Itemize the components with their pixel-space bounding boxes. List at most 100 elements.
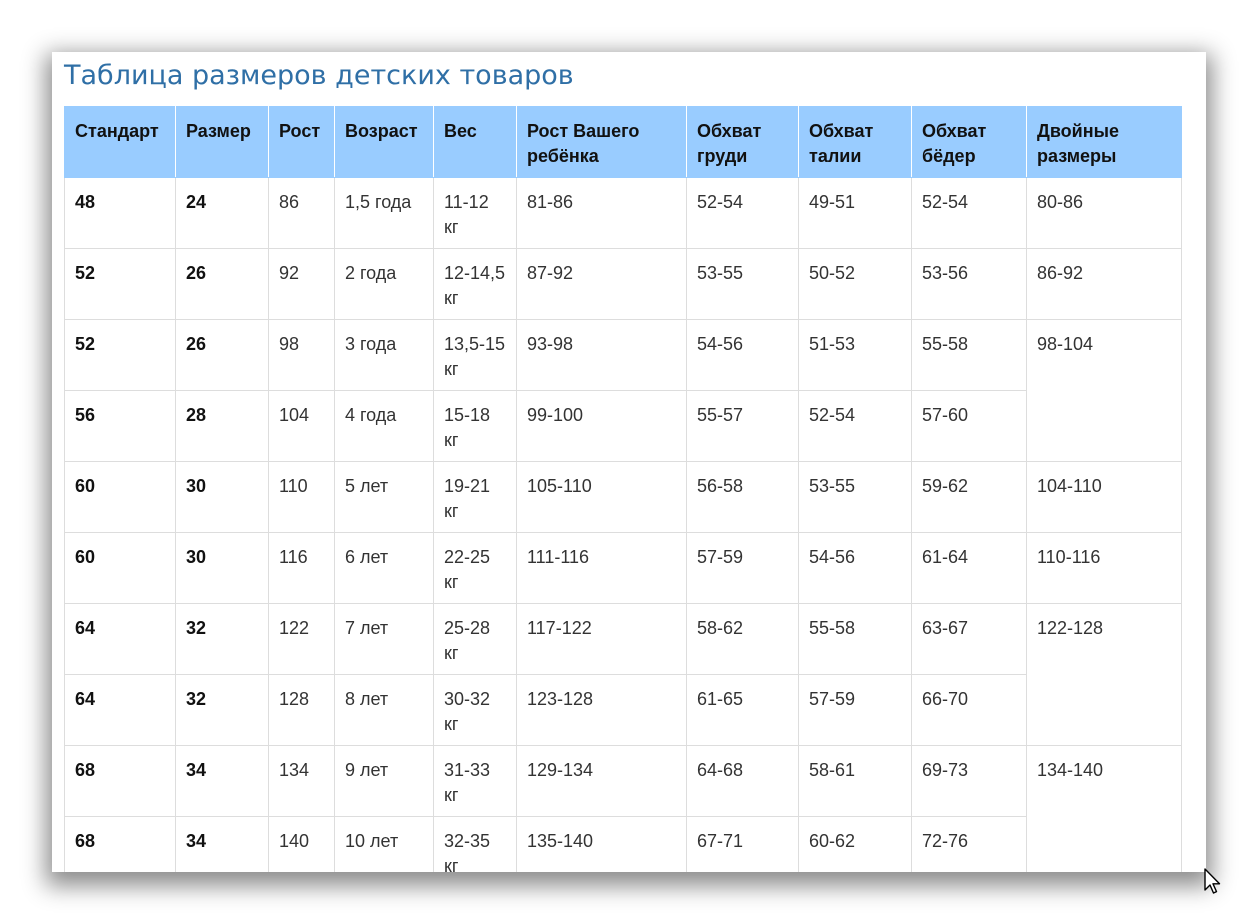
cell-chest: 61-65 <box>686 674 799 746</box>
cell-weight: 11-12 кг <box>433 177 517 249</box>
cell-hips: 52-54 <box>911 177 1027 249</box>
cell-chest: 67-71 <box>686 816 799 872</box>
header-height: Рост <box>268 106 335 178</box>
cell-standard: 48 <box>64 177 176 249</box>
cell-double-size: 86-92 <box>1026 248 1182 320</box>
cell-standard: 64 <box>64 603 176 675</box>
cell-child-height: 135-140 <box>516 816 687 872</box>
cell-chest: 54-56 <box>686 319 799 391</box>
cell-weight: 13,5-15 кг <box>433 319 517 391</box>
cell-waist: 49-51 <box>798 177 912 249</box>
cell-child-height: 117-122 <box>516 603 687 675</box>
cell-height: 116 <box>268 532 335 604</box>
cell-waist: 57-59 <box>798 674 912 746</box>
cell-weight: 19-21 кг <box>433 461 517 533</box>
cell-weight: 12-14,5 кг <box>433 248 517 320</box>
table-row: 68 34 140 10 лет 32-35 кг 135-140 67-71 60-62 72… <box>64 816 1182 872</box>
cell-age: 7 лет <box>334 603 434 675</box>
cell-hips: 53-56 <box>911 248 1027 320</box>
cell-standard: 52 <box>64 248 176 320</box>
cell-weight: 15-18 кг <box>433 390 517 462</box>
header-double-sizes: Двойные размеры <box>1026 106 1182 178</box>
cell-size: 34 <box>175 816 269 872</box>
table-header-row: Стандарт Размер Рост Возраст Вес Рост Ва… <box>64 106 1182 178</box>
table-row: 64 32 128 8 лет 30-32 кг 123-128 61-65 57-59 66-… <box>64 674 1182 746</box>
cell-age: 9 лет <box>334 745 434 817</box>
cell-chest: 55-57 <box>686 390 799 462</box>
cell-child-height: 105-110 <box>516 461 687 533</box>
cell-size: 32 <box>175 674 269 746</box>
cell-waist: 55-58 <box>798 603 912 675</box>
cell-age: 2 года <box>334 248 434 320</box>
table-row: 52 26 98 3 года 13,5-15 кг 93-98 54-56 51-53 55-… <box>64 319 1182 462</box>
table-row: 48 24 86 1,5 года 11-12 кг 81-86 52-54 49-51 52-… <box>64 177 1182 249</box>
table-row: 56 28 104 4 года 15-18 кг 99-100 55-57 52-54 57-… <box>64 390 1182 462</box>
cell-child-height: 99-100 <box>516 390 687 462</box>
size-chart-window: Таблица размеров детских товаров Стандар… <box>52 52 1206 872</box>
header-waist: Обхват талии <box>798 106 912 178</box>
cell-standard: 52 <box>64 319 176 391</box>
cell-height: 140 <box>268 816 335 872</box>
cell-age: 6 лет <box>334 532 434 604</box>
mouse-pointer-icon <box>1204 868 1221 894</box>
cell-weight: 30-32 кг <box>433 674 517 746</box>
cell-waist: 50-52 <box>798 248 912 320</box>
cell-size: 30 <box>175 461 269 533</box>
table-row: 60 30 110 5 лет 19-21 кг 105-110 56-58 53-55 59-… <box>64 461 1182 533</box>
cell-chest: 52-54 <box>686 177 799 249</box>
cell-height: 122 <box>268 603 335 675</box>
header-child-height: Рост Вашего ребёнка <box>516 106 687 178</box>
cell-double-size: 122-128 <box>1026 603 1182 746</box>
cell-chest: 57-59 <box>686 532 799 604</box>
cell-child-height: 129-134 <box>516 745 687 817</box>
cell-hips: 66-70 <box>911 674 1027 746</box>
cell-chest: 53-55 <box>686 248 799 320</box>
cell-standard: 68 <box>64 745 176 817</box>
cell-age: 10 лет <box>334 816 434 872</box>
cell-size: 34 <box>175 745 269 817</box>
cell-hips: 69-73 <box>911 745 1027 817</box>
cell-hips: 61-64 <box>911 532 1027 604</box>
cell-size: 26 <box>175 319 269 391</box>
cell-chest: 56-58 <box>686 461 799 533</box>
cell-size: 24 <box>175 177 269 249</box>
cell-age: 1,5 года <box>334 177 434 249</box>
cell-waist: 60-62 <box>798 816 912 872</box>
cell-double-size: 98-104 <box>1026 319 1182 462</box>
cell-waist: 51-53 <box>798 319 912 391</box>
cell-standard: 60 <box>64 532 176 604</box>
header-chest: Обхват груди <box>686 106 799 178</box>
page-title: Таблица размеров детских товаров <box>64 60 574 91</box>
header-standard: Стандарт <box>64 106 176 178</box>
cell-double-size: 134-140 <box>1026 745 1182 872</box>
cell-double-size: 110-116 <box>1026 532 1182 604</box>
cell-chest: 58-62 <box>686 603 799 675</box>
cell-age: 8 лет <box>334 674 434 746</box>
cell-age: 5 лет <box>334 461 434 533</box>
table-row: 60 30 116 6 лет 22-25 кг 111-116 57-59 54-56 61-… <box>64 532 1182 604</box>
cell-height: 110 <box>268 461 335 533</box>
table-row: 64 32 122 7 лет 25-28 кг 117-122 58-62 55-58 63-… <box>64 603 1182 746</box>
table-body: 48 24 86 1,5 года 11-12 кг 81-86 52-54 49-51 52-… <box>64 177 1182 872</box>
cell-hips: 63-67 <box>911 603 1027 675</box>
cell-standard: 56 <box>64 390 176 462</box>
cell-hips: 55-58 <box>911 319 1027 391</box>
cell-height: 104 <box>268 390 335 462</box>
cell-waist: 53-55 <box>798 461 912 533</box>
cell-child-height: 123-128 <box>516 674 687 746</box>
cell-weight: 31-33 кг <box>433 745 517 817</box>
cell-weight: 32-35 кг <box>433 816 517 872</box>
cell-size: 26 <box>175 248 269 320</box>
cell-double-size: 104-110 <box>1026 461 1182 533</box>
cell-size: 30 <box>175 532 269 604</box>
header-weight: Вес <box>433 106 517 178</box>
cell-height: 128 <box>268 674 335 746</box>
cell-child-height: 87-92 <box>516 248 687 320</box>
cell-hips: 59-62 <box>911 461 1027 533</box>
cell-age: 3 года <box>334 319 434 391</box>
size-table: Стандарт Размер Рост Возраст Вес Рост Ва… <box>64 106 1182 872</box>
cell-size: 28 <box>175 390 269 462</box>
cell-standard: 68 <box>64 816 176 872</box>
cell-waist: 54-56 <box>798 532 912 604</box>
cell-height: 98 <box>268 319 335 391</box>
